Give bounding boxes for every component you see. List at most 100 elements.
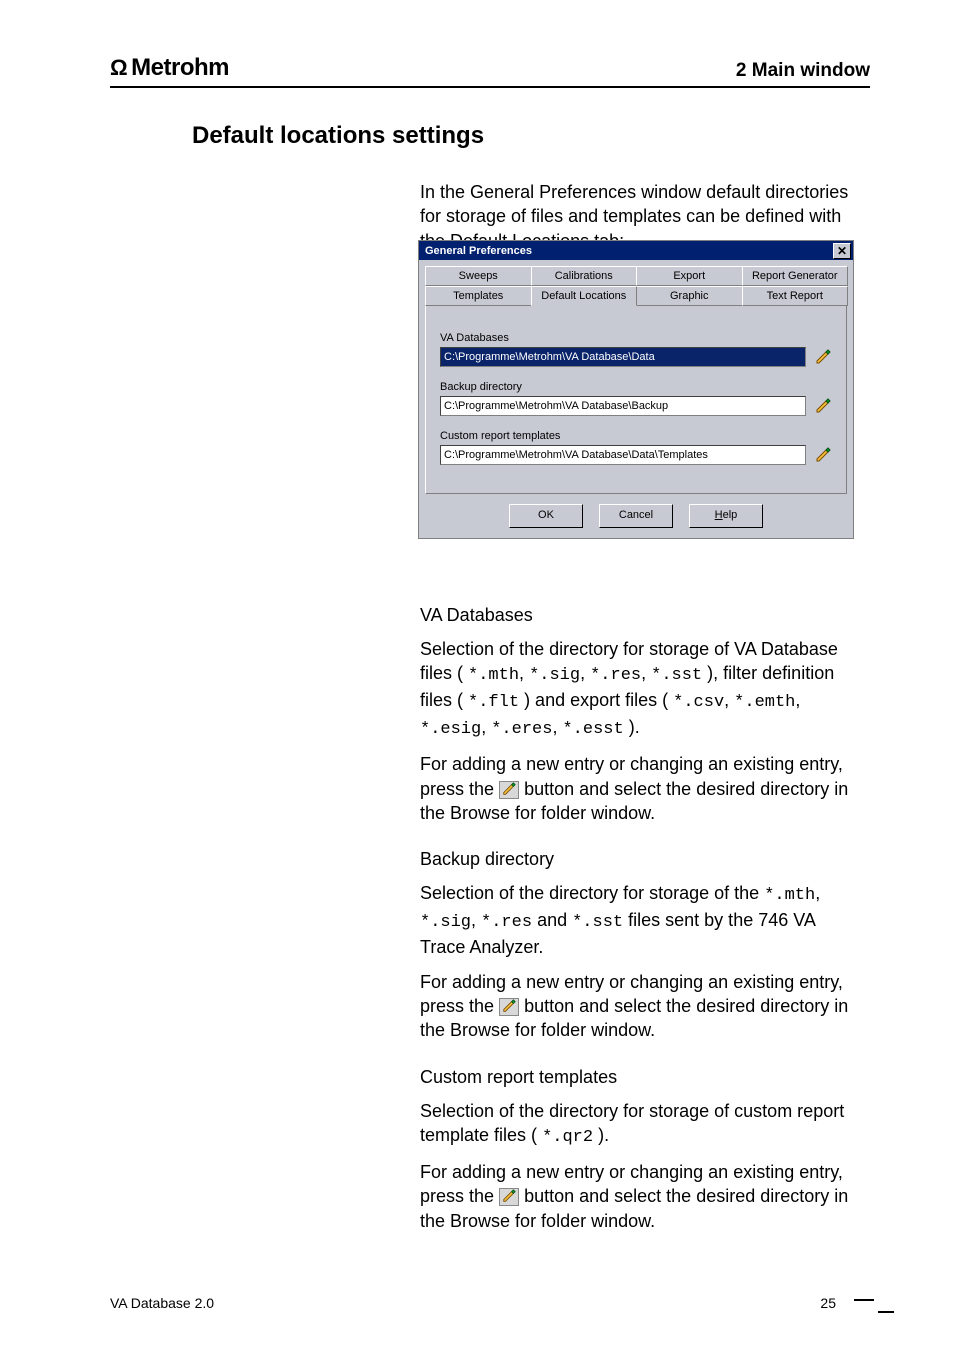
tab-templates[interactable]: Templates	[425, 286, 532, 306]
ext: *.mth	[764, 886, 815, 905]
backup-directory-value: C:\Programme\Metrohm\VA Database\Backup	[444, 400, 668, 412]
tab-export[interactable]: Export	[636, 266, 743, 286]
pencil-icon	[499, 781, 519, 799]
t: window.	[591, 803, 655, 823]
va-databases-browse-button[interactable]	[814, 348, 832, 366]
t: ,	[580, 663, 590, 683]
footer-rule	[878, 1311, 894, 1313]
ext: *.esig	[420, 720, 481, 739]
ext: *.csv	[673, 693, 724, 712]
t: ,	[815, 883, 820, 903]
ohm-icon: Ω	[110, 57, 127, 79]
custom-templates-row: C:\Programme\Metrohm\VA Database\Data\Te…	[440, 445, 832, 465]
tab-graphic[interactable]: Graphic	[636, 286, 743, 306]
footer-rule	[854, 1299, 874, 1301]
dialog-button-row: OK Cancel Help	[419, 494, 853, 538]
va-databases-label: VA Databases	[440, 332, 832, 344]
desc-va-databases: VA Databases Selection of the directory …	[420, 603, 858, 825]
desc-va-body: Selection of the directory for storage o…	[420, 637, 858, 742]
dialog-titlebar: General Preferences ✕	[419, 241, 853, 260]
ext: *.emth	[734, 693, 795, 712]
desc-backup-body2: For adding a new entry or changing an ex…	[420, 970, 858, 1043]
desc-va-title: VA Databases	[420, 603, 858, 627]
tab-calibrations[interactable]: Calibrations	[531, 266, 638, 286]
t: Selection of the directory for storage o…	[420, 883, 764, 903]
backup-directory-field[interactable]: C:\Programme\Metrohm\VA Database\Backup	[440, 396, 806, 416]
tab-text-report[interactable]: Text Report	[742, 286, 849, 306]
va-databases-value: C:\Programme\Metrohm\VA Database\Data	[444, 351, 655, 363]
t: ,	[795, 690, 800, 710]
ok-button[interactable]: OK	[509, 504, 583, 528]
t: Browse for folder	[450, 1211, 586, 1231]
footer-product: VA Database 2.0	[110, 1295, 214, 1311]
t: ) and export files (	[524, 690, 668, 710]
tabs-container: Sweeps Calibrations Export Report Genera…	[419, 260, 853, 494]
close-button[interactable]: ✕	[833, 243, 851, 259]
tab-default-locations[interactable]: Default Locations	[531, 286, 638, 306]
custom-templates-browse-button[interactable]	[814, 446, 832, 464]
page-number: 25	[820, 1295, 836, 1311]
t: Browse for folder	[450, 803, 586, 823]
ext: *.sst	[651, 666, 702, 685]
breadcrumb-section: Main window	[752, 60, 870, 81]
cancel-button[interactable]: Cancel	[599, 504, 673, 528]
help-accel: H	[715, 509, 723, 521]
desc-custom-templates: Custom report templates Selection of the…	[420, 1065, 858, 1233]
va-databases-row: C:\Programme\Metrohm\VA Database\Data	[440, 347, 832, 367]
t: ).	[629, 717, 640, 737]
t: Browse for folder	[450, 1020, 586, 1040]
backup-directory-browse-button[interactable]	[814, 397, 832, 415]
tabs-row-1: Sweeps Calibrations Export Report Genera…	[425, 266, 847, 286]
tab-page-default-locations: VA Databases C:\Programme\Metrohm\VA Dat…	[425, 305, 847, 494]
pencil-icon	[815, 349, 831, 365]
help-button[interactable]: Help	[689, 504, 763, 528]
desc-backup-title-text: Backup directory	[420, 849, 554, 869]
breadcrumb: 2 Main window	[736, 60, 870, 82]
tab-report-generator[interactable]: Report Generator	[742, 266, 849, 286]
ext: *.sig	[420, 913, 471, 932]
intro-text-a: In the	[420, 182, 470, 202]
t: ,	[552, 717, 562, 737]
page: Ω Metrohm 2 Main window Default location…	[0, 0, 954, 1351]
desc-custom-body: Selection of the directory for storage o…	[420, 1099, 858, 1150]
desc-backup-body: Selection of the directory for storage o…	[420, 881, 858, 959]
t: ,	[471, 910, 481, 930]
help-rest: elp	[723, 509, 738, 521]
va-databases-field[interactable]: C:\Programme\Metrohm\VA Database\Data	[440, 347, 806, 367]
backup-directory-row: C:\Programme\Metrohm\VA Database\Backup	[440, 396, 832, 416]
close-icon: ✕	[837, 245, 847, 257]
custom-templates-field[interactable]: C:\Programme\Metrohm\VA Database\Data\Te…	[440, 445, 806, 465]
page-header: Ω Metrohm 2 Main window	[110, 54, 870, 88]
ext: *.eres	[491, 720, 552, 739]
dialog-title: General Preferences	[425, 245, 532, 257]
ext: *.sst	[572, 913, 623, 932]
backup-directory-label: Backup directory	[440, 381, 832, 393]
general-preferences-dialog: General Preferences ✕ Sweeps Calibration…	[419, 241, 853, 538]
ext: *.qr2	[542, 1128, 593, 1147]
ext: *.res	[590, 666, 641, 685]
pencil-icon	[499, 998, 519, 1016]
descriptions: VA Databases Selection of the directory …	[420, 603, 858, 1233]
tab-sweeps[interactable]: Sweeps	[425, 266, 532, 286]
ext: *.flt	[468, 693, 519, 712]
t: ,	[641, 663, 651, 683]
t: window.	[591, 1020, 655, 1040]
desc-backup-title: Backup directory	[420, 847, 858, 871]
pencil-icon	[815, 398, 831, 414]
ext: *.res	[481, 913, 532, 932]
brand-logo: Ω Metrohm	[110, 54, 229, 82]
ext: *.sig	[529, 666, 580, 685]
desc-va-title-text: VA Databases	[420, 605, 533, 625]
custom-templates-label: Custom report templates	[440, 430, 832, 442]
t: ,	[481, 717, 491, 737]
t: window.	[591, 1211, 655, 1231]
desc-va-body2: For adding a new entry or changing an ex…	[420, 752, 858, 825]
section-title: Default locations settings	[192, 122, 870, 150]
pencil-icon	[499, 1188, 519, 1206]
t: ,	[724, 690, 734, 710]
t: Selection of the directory for storage o…	[420, 1101, 844, 1145]
custom-templates-value: C:\Programme\Metrohm\VA Database\Data\Te…	[444, 449, 708, 461]
desc-backup-directory: Backup directory Selection of the direct…	[420, 847, 858, 1042]
pencil-icon	[815, 447, 831, 463]
intro-text-b: General Preferences	[470, 182, 636, 202]
